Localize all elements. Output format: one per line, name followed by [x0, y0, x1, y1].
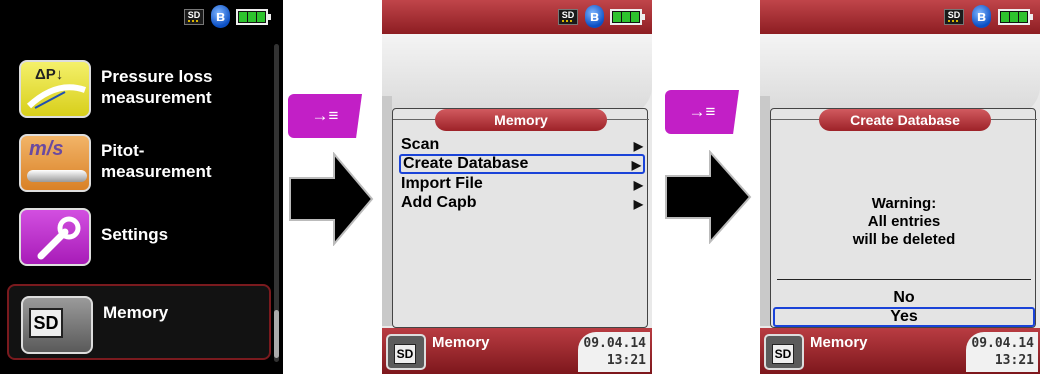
background-panel [760, 34, 1040, 116]
menu-label: Settings [101, 225, 169, 244]
memory-screen: SD ʙ Memory Scan ▶ Create Database ▶ Imp… [382, 0, 652, 374]
chevron-right-icon: ▶ [633, 178, 643, 192]
status-bar: SD ʙ [382, 0, 652, 34]
menu-item-import-file[interactable]: Import File ▶ [399, 174, 645, 194]
time-text: 13:21 [994, 353, 1034, 368]
scrollbar-thumb[interactable] [274, 310, 279, 358]
footer-label: Memory [432, 334, 490, 351]
create-database-screen: SD ʙ Create Database Warning: All entrie… [760, 0, 1040, 374]
warning-heading: Warning: [871, 195, 937, 212]
menu-label: Memory [103, 303, 169, 322]
sd-status-icon: SD [558, 9, 578, 25]
battery-icon [998, 9, 1033, 25]
menu-item-settings[interactable]: Settings [7, 200, 271, 272]
footer-bar: SD Memory 09.04.14 13:21 [760, 328, 1040, 374]
battery-icon [610, 9, 645, 25]
sd-card-icon: SD [21, 296, 93, 354]
sd-status-icon: SD [184, 9, 204, 25]
menu-key-icon: →≡ [288, 94, 362, 138]
date-time: 09.04.14 13:21 [578, 332, 650, 372]
option-yes[interactable]: Yes [773, 307, 1035, 327]
menu-item-memory[interactable]: SD Memory [7, 284, 271, 360]
warning-text: will be deleted [852, 231, 956, 248]
footer-bar: SD Memory 09.04.14 13:21 [382, 328, 652, 374]
bluetooth-icon: ʙ [972, 5, 991, 28]
chevron-right-icon: ▶ [633, 197, 643, 211]
menu-label: Pitot- measurement [101, 141, 212, 181]
footer-label: Memory [810, 334, 868, 351]
option-yes-label: Yes [890, 308, 918, 325]
status-bar: SD ʙ [760, 0, 1040, 34]
sd-card-icon: SD [764, 334, 804, 370]
divider [777, 279, 1031, 280]
time-text: 13:21 [606, 353, 646, 368]
date-text: 09.04.14 [971, 336, 1034, 351]
create-database-dialog: Create Database Warning: All entries wil… [770, 108, 1037, 328]
menu-item-add-capb[interactable]: Add Capb ▶ [399, 193, 645, 213]
item-label: Import File [401, 175, 483, 192]
date-text: 09.04.14 [583, 336, 646, 351]
item-label: Scan [401, 136, 440, 153]
menu-item-scan[interactable]: Scan ▶ [399, 135, 645, 155]
screen-bezel [382, 96, 392, 326]
background-panel [382, 34, 652, 116]
status-bar: SD ʙ [0, 0, 283, 34]
item-label: Create Database [403, 155, 529, 172]
item-label: Add Capb [401, 194, 477, 211]
bluetooth-icon: ʙ [211, 5, 230, 28]
option-no[interactable]: No [771, 289, 1037, 307]
pressure-gauge-icon: ΔP↓ [19, 60, 91, 118]
dialog-title: Create Database [819, 109, 991, 131]
menu-key-icon: →≡ [665, 90, 739, 134]
bluetooth-icon: ʙ [585, 5, 604, 28]
wrench-icon [19, 208, 91, 266]
screen-bezel [760, 96, 770, 326]
menu-item-pressure-loss[interactable]: ΔP↓ Pressure loss measurement [7, 52, 271, 124]
battery-icon [236, 9, 271, 25]
dialog-title: Memory [435, 109, 607, 131]
menu-item-create-database[interactable]: Create Database ▶ [399, 154, 645, 174]
sd-status-icon: SD [944, 9, 964, 25]
date-time: 09.04.14 13:21 [966, 332, 1038, 372]
warning-text: All entries [867, 213, 941, 230]
main-menu-screen: SD ʙ ΔP↓ Pressure loss measurement m/s P… [0, 0, 283, 374]
chevron-right-icon: ▶ [633, 139, 643, 153]
arrow-right-icon [665, 150, 752, 244]
arrow-right-icon [289, 152, 374, 246]
memory-dialog: Memory Scan ▶ Create Database ▶ Import F… [392, 108, 649, 328]
pitot-tube-icon: m/s [19, 134, 91, 192]
menu-item-pitot[interactable]: m/s Pitot- measurement [7, 126, 271, 198]
sd-card-icon: SD [386, 334, 426, 370]
chevron-right-icon: ▶ [631, 158, 641, 172]
menu-label: Pressure loss measurement [101, 67, 213, 107]
